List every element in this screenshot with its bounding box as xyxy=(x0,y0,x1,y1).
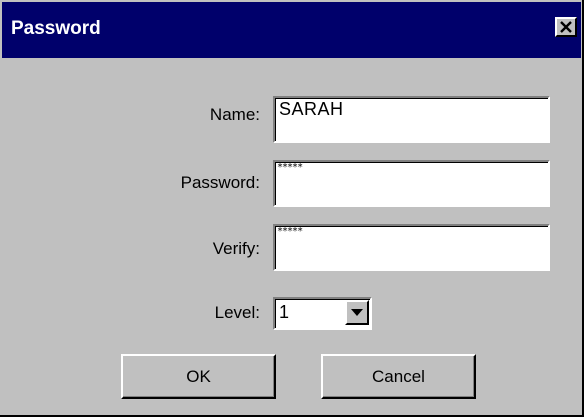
verify-field[interactable]: ***** xyxy=(273,224,550,271)
cancel-button-label: Cancel xyxy=(372,366,425,386)
window-title: Password xyxy=(11,18,101,39)
name-label: Name: xyxy=(209,105,260,124)
chevron-down-icon xyxy=(351,308,363,316)
level-select[interactable]: 1 xyxy=(273,297,372,330)
verify-label: Verify: xyxy=(212,239,260,258)
ok-button[interactable]: OK xyxy=(121,354,276,399)
password-dialog: Password Name: SARAH Password: ***** Ver… xyxy=(0,0,584,417)
verify-value: ***** xyxy=(277,226,303,237)
password-label: Password: xyxy=(180,173,260,192)
title-bar[interactable]: Password xyxy=(2,2,581,58)
level-dropdown-button[interactable] xyxy=(345,300,369,325)
level-label: Level: xyxy=(214,303,260,322)
ok-button-label: OK xyxy=(186,366,211,386)
password-field[interactable]: ***** xyxy=(273,160,550,207)
close-icon xyxy=(560,21,572,33)
level-value: 1 xyxy=(279,302,290,322)
name-value: SARAH xyxy=(279,99,344,119)
cancel-button[interactable]: Cancel xyxy=(321,354,476,399)
name-field[interactable]: SARAH xyxy=(273,96,550,143)
password-value: ***** xyxy=(277,162,303,173)
close-button[interactable] xyxy=(555,17,577,37)
